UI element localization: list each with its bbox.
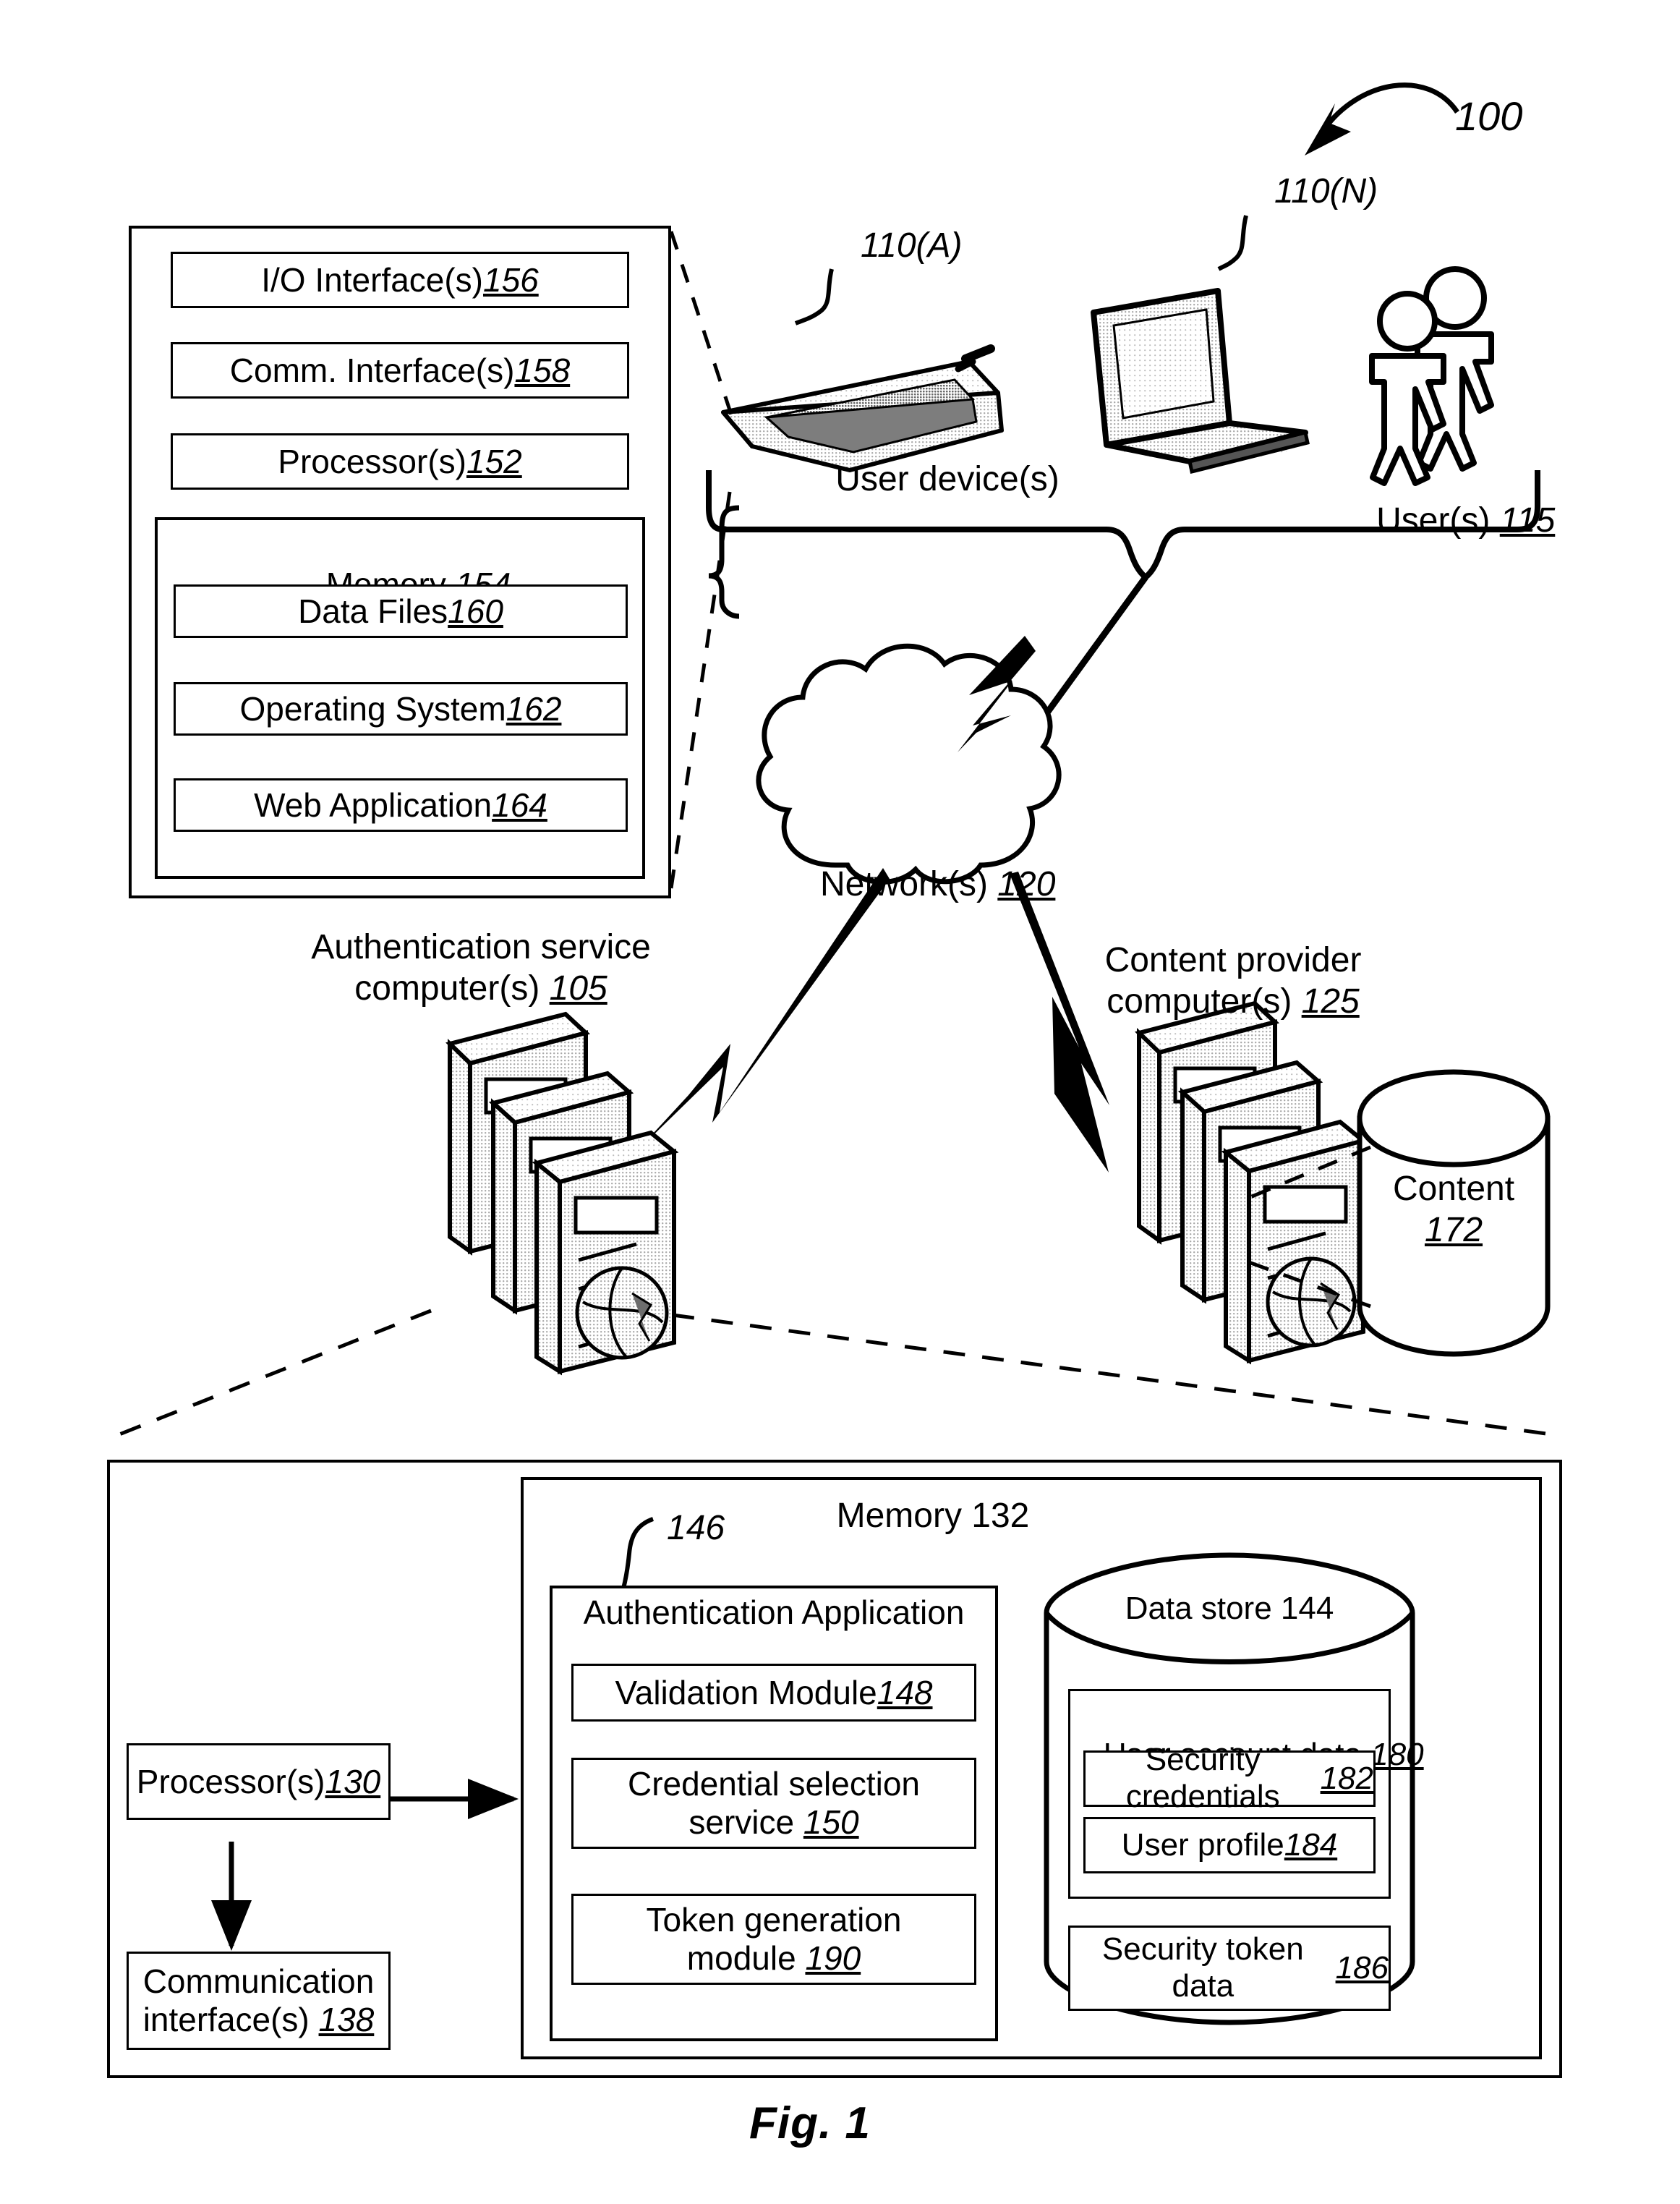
user-devices-caption: User device(s) — [835, 460, 1059, 498]
processor-label: Processor(s) — [278, 442, 466, 480]
detail-comm-interface-box: Communication interface(s) 138 — [127, 1952, 391, 2050]
auth-service-servers-icon — [445, 1011, 679, 1376]
comm-interface-box: Comm. Interface(s) 158 — [171, 342, 629, 399]
io-interface-box: I/O Interface(s) 156 — [171, 252, 629, 308]
content-store-label: Content 172 — [1392, 1170, 1515, 1249]
credential-selection-service-box: Credential selection service 150 — [571, 1758, 976, 1849]
ref-110n: 110(N) — [1274, 172, 1378, 210]
token-generation-module-box: Token generation module 190 — [571, 1894, 976, 1985]
users-caption: User(s) 115 — [1376, 501, 1556, 540]
security-token-data-box: Security token data 186 — [1068, 1926, 1391, 2011]
io-interface-ref: 156 — [483, 260, 539, 299]
laptop-device-icon — [1091, 288, 1310, 475]
content-provider-servers-icon — [1135, 1000, 1368, 1365]
operating-system-box: Operating System 162 — [174, 682, 628, 736]
users-icon — [1369, 266, 1494, 486]
device-detail-callout — [669, 231, 734, 889]
auth-service-caption: Authentication service computer(s) 105 — [311, 928, 651, 1008]
leader-110a — [794, 268, 834, 326]
processor-ref: 152 — [466, 442, 522, 480]
validation-module-box: Validation Module 148 — [571, 1664, 976, 1722]
processor-box: Processor(s) 152 — [171, 433, 629, 490]
comm-interface-ref: 158 — [514, 351, 571, 389]
security-credentials-box: Security credentials 182 — [1083, 1742, 1376, 1814]
network-label: Network(s) 120 — [819, 864, 1056, 903]
data-store-title: Data store 144 — [1125, 1591, 1334, 1626]
detail-panel-callout-lines — [115, 1309, 1563, 1438]
io-interface-label: I/O Interface(s) — [261, 260, 483, 299]
user-profile-box: User profile 184 — [1083, 1817, 1376, 1873]
leader-110n — [1217, 215, 1248, 271]
data-files-box: Data Files 160 — [174, 584, 628, 638]
web-application-box: Web Application 164 — [174, 778, 628, 832]
tablet-device-icon — [721, 344, 1004, 472]
comm-interface-label: Comm. Interface(s) — [229, 351, 515, 389]
memory-132-title: Memory 132 — [836, 1497, 1030, 1535]
system-ref-arrow — [1305, 82, 1459, 156]
ref-146: 146 — [667, 1509, 725, 1547]
ref-110a: 110(A) — [861, 226, 963, 265]
detail-processor-box: Processor(s) 130 — [127, 1743, 391, 1820]
patent-figure-page: 100 110(A) 110(N) I/O Interface(s) 156 C… — [0, 0, 1680, 2204]
system-reference-number: 100 — [1455, 93, 1523, 139]
figure-caption: Fig. 1 — [749, 2098, 871, 2148]
authentication-application-title: Authentication Application — [583, 1594, 965, 1631]
content-provider-caption: Content provider computer(s) 125 — [1104, 941, 1362, 1021]
content-callout-lines — [1237, 1145, 1371, 1309]
